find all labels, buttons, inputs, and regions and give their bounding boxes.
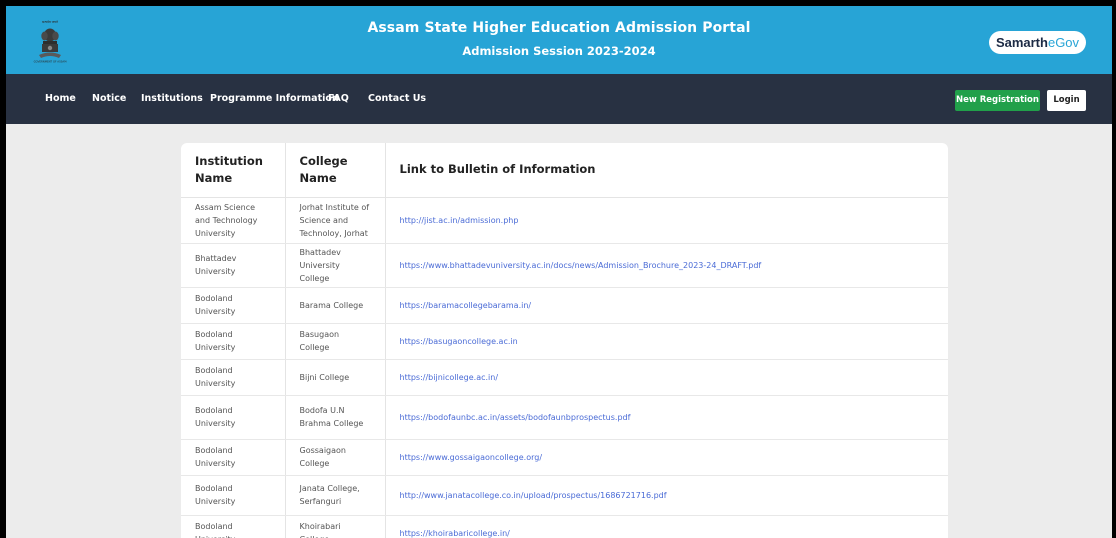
- nav-faq[interactable]: FAQ: [328, 74, 349, 124]
- page-frame: सत्यमेव जयते GOVERNMENT OF ASSAM Assam S…: [6, 6, 1112, 538]
- bulletin-table: Institution Name College Name Link to Bu…: [181, 143, 948, 538]
- col-header-link: Link to Bulletin of Information: [384, 143, 948, 198]
- college-cell: Gossaigaon College: [284, 439, 385, 476]
- login-button[interactable]: Login: [1047, 90, 1086, 111]
- bulletin-link[interactable]: https://www.bhattadevuniversity.ac.in/do…: [384, 243, 948, 288]
- nav-contact-us[interactable]: Contact Us: [368, 74, 426, 124]
- main-nav: Home Notice Institutions Programme Infor…: [6, 74, 1112, 124]
- college-cell: Khoirabari College: [284, 515, 385, 538]
- institution-cell: Bodoland University: [181, 323, 285, 360]
- institution-cell: Assam Science and Technology University: [181, 197, 285, 244]
- nav-programme-information[interactable]: Programme Information: [210, 74, 339, 124]
- table-row: Bodoland University Basugaon College htt…: [181, 323, 948, 360]
- institution-cell: Bodoland University: [181, 475, 285, 516]
- institution-cell: Bodoland University: [181, 359, 285, 396]
- bulletin-link[interactable]: http://www.janatacollege.co.in/upload/pr…: [384, 475, 948, 516]
- bulletin-link[interactable]: http://jist.ac.in/admission.php: [384, 197, 948, 244]
- table-row: Bodoland University Bodofa U.N Brahma Co…: [181, 395, 948, 440]
- site-header: सत्यमेव जयते GOVERNMENT OF ASSAM Assam S…: [6, 6, 1112, 74]
- table-header-row: Institution Name College Name Link to Bu…: [181, 143, 948, 198]
- svg-text:GOVERNMENT OF ASSAM: GOVERNMENT OF ASSAM: [34, 60, 67, 64]
- new-registration-button[interactable]: New Registration: [955, 90, 1040, 111]
- institution-cell: Bodoland University: [181, 395, 285, 440]
- table-row: Bodoland University Janata College, Serf…: [181, 475, 948, 516]
- table-row: Bodoland University Bijni College https:…: [181, 359, 948, 396]
- bulletin-link[interactable]: https://bijnicollege.ac.in/: [384, 359, 948, 396]
- college-cell: Bhattadev University College: [284, 243, 385, 288]
- col-header-college: College Name: [284, 143, 385, 198]
- college-cell: Jorhat Institute of Science and Technolo…: [284, 197, 385, 244]
- institution-cell: Bodoland University: [181, 439, 285, 476]
- nav-home[interactable]: Home: [45, 74, 76, 124]
- col-header-institution: Institution Name: [181, 143, 285, 198]
- college-cell: Janata College, Serfanguri: [284, 475, 385, 516]
- institution-cell: Bodoland University: [181, 287, 285, 324]
- institution-cell: Bhattadev University: [181, 243, 285, 288]
- college-cell: Basugaon College: [284, 323, 385, 360]
- brand-part1: Samarth: [995, 35, 1048, 50]
- college-cell: Bijni College: [284, 359, 385, 396]
- portal-title: Assam State Higher Education Admission P…: [367, 20, 751, 36]
- bulletin-link[interactable]: https://basugaoncollege.ac.in: [384, 323, 948, 360]
- bulletin-link[interactable]: https://baramacollegebarama.in/: [384, 287, 948, 324]
- table-row: Bhattadev University Bhattadev Universit…: [181, 243, 948, 288]
- session-subtitle: Admission Session 2023-2024: [462, 44, 656, 58]
- bulletin-link[interactable]: https://bodofaunbc.ac.in/assets/bodofaun…: [384, 395, 948, 440]
- institution-cell: Bodoland University: [181, 515, 285, 538]
- bulletin-link[interactable]: https://www.gossaigaoncollege.org/: [384, 439, 948, 476]
- nav-notice[interactable]: Notice: [92, 74, 126, 124]
- college-cell: Bodofa U.N Brahma College: [284, 395, 385, 440]
- bulletin-table-card: Institution Name College Name Link to Bu…: [181, 143, 948, 538]
- bulletin-link[interactable]: https://khoirabaricollege.in/: [384, 515, 948, 538]
- nav-institutions[interactable]: Institutions: [141, 74, 203, 124]
- table-row: Bodoland University Khoirabari College h…: [181, 515, 948, 538]
- table-row: Bodoland University Gossaigaon College h…: [181, 439, 948, 476]
- college-cell: Barama College: [284, 287, 385, 324]
- samarth-egov-logo[interactable]: Samarth eGov: [989, 31, 1086, 54]
- table-row: Assam Science and Technology University …: [181, 197, 948, 244]
- brand-part2: eGov: [1047, 35, 1080, 50]
- table-row: Bodoland University Barama College https…: [181, 287, 948, 324]
